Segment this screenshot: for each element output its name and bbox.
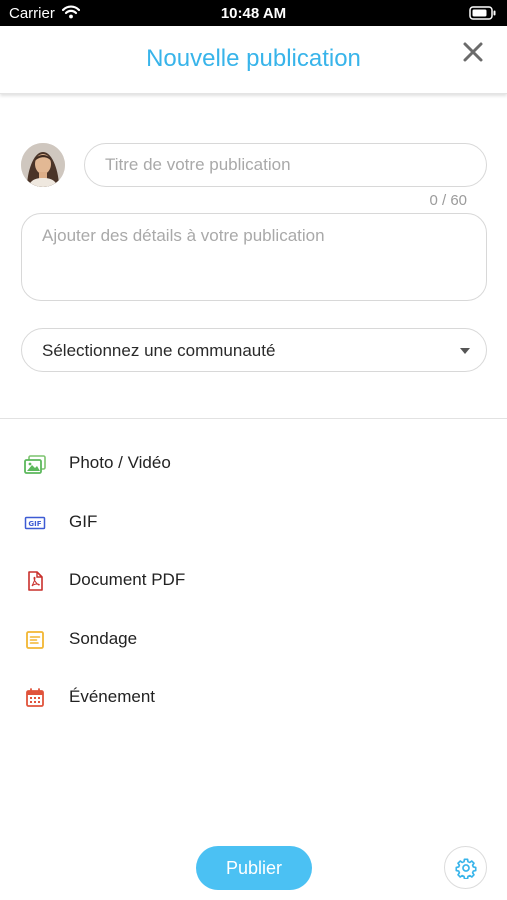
gear-icon xyxy=(455,858,477,879)
close-icon[interactable] xyxy=(460,39,486,65)
option-photo-video[interactable]: Photo / Vidéo xyxy=(0,434,507,493)
svg-text:GIF: GIF xyxy=(28,520,41,528)
publish-button[interactable]: Publier xyxy=(196,846,312,890)
option-label: Photo / Vidéo xyxy=(69,453,171,472)
page-title: Nouvelle publication xyxy=(146,45,361,72)
option-evenement[interactable]: Événement xyxy=(0,668,507,727)
community-select[interactable]: Sélectionnez une communauté xyxy=(21,328,487,372)
attachment-options: Photo / Vidéo GIF GIF Document PDF Sonda… xyxy=(0,434,507,727)
details-input[interactable] xyxy=(21,213,487,301)
title-input[interactable] xyxy=(84,143,487,187)
poll-icon xyxy=(24,629,46,651)
chevron-down-icon xyxy=(460,348,470,354)
battery-icon xyxy=(469,6,497,25)
status-time: 10:48 AM xyxy=(220,5,287,22)
option-document-pdf[interactable]: Document PDF xyxy=(0,551,507,610)
community-select-value: Sélectionnez une communauté xyxy=(42,341,276,360)
option-label: GIF xyxy=(69,511,98,531)
option-label: Événement xyxy=(69,687,155,707)
character-counter: 0 / 60 xyxy=(429,192,467,209)
avatar xyxy=(21,143,65,187)
option-sondage[interactable]: Sondage xyxy=(0,610,507,669)
header: Nouvelle publication xyxy=(0,26,507,94)
divider xyxy=(0,418,507,419)
calendar-icon xyxy=(24,687,46,709)
option-label: Document PDF xyxy=(69,570,186,590)
option-gif[interactable]: GIF GIF xyxy=(0,493,507,552)
gif-icon: GIF xyxy=(24,512,46,534)
status-bar: Carrier 10:48 AM xyxy=(0,0,507,26)
image-icon xyxy=(24,453,46,475)
settings-button[interactable] xyxy=(444,846,487,889)
option-label: Sondage xyxy=(69,628,138,648)
pdf-icon xyxy=(24,570,46,592)
